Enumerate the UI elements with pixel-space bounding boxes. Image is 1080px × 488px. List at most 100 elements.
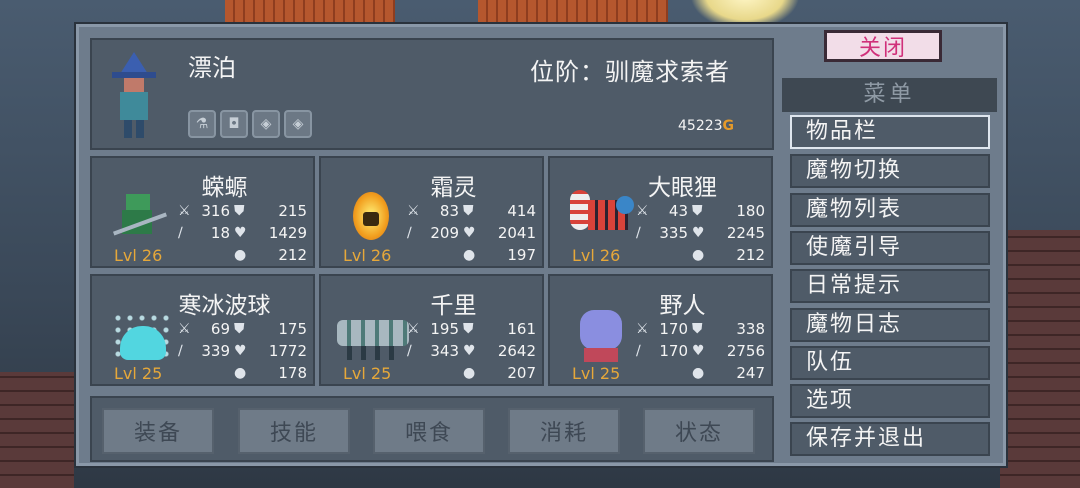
heart-icon: ♥ (692, 343, 705, 359)
attack-icon: ⚔ (407, 321, 420, 337)
monster-name: 大眼狸 (648, 175, 717, 201)
monster-card[interactable]: 千里 ⚔ 195 ⛊ 161 ∕ 343 ♥ 2642 ● 207 Lvl 25 (319, 274, 544, 386)
stat-attack: 170 (659, 320, 688, 338)
stat-defense: 215 (278, 202, 307, 220)
monster-card[interactable]: 寒冰波球 ⚔ 69 ⛊ 175 ∕ 339 ♥ 1772 ● 178 Lvl 2… (90, 274, 315, 386)
attack-icon: ⚔ (636, 321, 649, 337)
stat-resist: 212 (278, 246, 307, 264)
hero-name: 漂泊 (188, 54, 236, 82)
monster-level: Lvl 26 (114, 246, 163, 265)
resist-icon: ● (234, 247, 247, 263)
attack-icon: ⚔ (178, 321, 191, 337)
tab-consume[interactable]: 消耗 (508, 408, 620, 454)
menu-item-save-quit[interactable]: 保存并退出 (790, 422, 990, 456)
heart-icon: ♥ (463, 343, 476, 359)
magic-icon: ∕ (178, 343, 183, 359)
stat-resist: 207 (507, 364, 536, 382)
menu-item-monster-list[interactable]: 魔物列表 (790, 193, 990, 227)
menu-item-switch-monster[interactable]: 魔物切换 (790, 154, 990, 188)
menu-title: 菜单 (782, 78, 997, 112)
stat-health: 2245 (726, 224, 765, 242)
stat-attack: 69 (210, 320, 230, 338)
gold-coin-icon: G (722, 118, 735, 134)
stat-defense: 414 (507, 202, 536, 220)
stat-health: 2041 (497, 224, 536, 242)
shield-icon: ⛊ (234, 203, 245, 219)
hero-header: 漂泊 位阶：驯魔求索者 ⚗ ◘ ◈ ◈ 45223G (90, 38, 774, 150)
shield-icon: ⛊ (463, 203, 474, 219)
monster-grid: 蝾螈 ⚔ 316 ⛊ 215 ∕ 18 ♥ 1429 ● 212 Lvl 26 … (90, 156, 774, 388)
key-badge-icon: ⚗ (188, 110, 216, 138)
attack-icon: ⚔ (407, 203, 420, 219)
gold-amount: 45223 (678, 118, 723, 134)
stat-magic: 18 (210, 224, 230, 242)
hero-sprite (112, 52, 156, 138)
monster-card[interactable]: 野人 ⚔ 170 ⛊ 338 ∕ 170 ♥ 2756 ● 247 Lvl 25 (548, 274, 773, 386)
shield-icon: ⛊ (234, 321, 245, 337)
monster-card[interactable]: 霜灵 ⚔ 83 ⛊ 414 ∕ 209 ♥ 2041 ● 197 Lvl 26 (319, 156, 544, 268)
stat-defense: 175 (278, 320, 307, 338)
magic-icon: ∕ (178, 225, 183, 241)
attack-icon: ⚔ (636, 203, 649, 219)
heart-icon: ♥ (234, 343, 247, 359)
background-roof (225, 0, 395, 22)
key-badge-icon: ◈ (284, 110, 312, 138)
menu-item-options[interactable]: 选项 (790, 384, 990, 418)
shield-icon: ⛊ (692, 321, 703, 337)
background-bricks (0, 372, 74, 488)
stat-magic: 170 (659, 342, 688, 360)
key-badge-icon: ◈ (252, 110, 280, 138)
stat-magic: 335 (659, 224, 688, 242)
magic-icon: ∕ (636, 343, 641, 359)
monster-name: 霜灵 (430, 175, 477, 201)
resist-icon: ● (692, 365, 705, 381)
stat-defense: 161 (507, 320, 536, 338)
shield-icon: ⛊ (463, 321, 474, 337)
monster-level: Lvl 26 (343, 246, 392, 265)
heart-icon: ♥ (463, 225, 476, 241)
resist-icon: ● (463, 365, 476, 381)
stat-resist: 178 (278, 364, 307, 382)
stat-resist: 212 (736, 246, 765, 264)
background-bricks (1000, 230, 1080, 488)
background-roof (478, 0, 668, 22)
stat-attack: 195 (430, 320, 459, 338)
tab-status[interactable]: 状态 (643, 408, 755, 454)
stat-health: 2642 (497, 342, 536, 360)
stat-resist: 197 (507, 246, 536, 264)
key-badges: ⚗ ◘ ◈ ◈ (188, 110, 312, 138)
stat-resist: 247 (736, 364, 765, 382)
resist-icon: ● (692, 247, 705, 263)
stat-defense: 338 (736, 320, 765, 338)
stat-defense: 180 (736, 202, 765, 220)
stat-health: 1772 (268, 342, 307, 360)
tab-equipment[interactable]: 装备 (102, 408, 214, 454)
heart-icon: ♥ (234, 225, 247, 241)
monster-card[interactable]: 蝾螈 ⚔ 316 ⛊ 215 ∕ 18 ♥ 1429 ● 212 Lvl 26 (90, 156, 315, 268)
tab-skills[interactable]: 技能 (238, 408, 350, 454)
heart-icon: ♥ (692, 225, 705, 241)
monster-level: Lvl 25 (343, 364, 392, 383)
resist-icon: ● (463, 247, 476, 263)
monster-name: 野人 (659, 293, 706, 319)
monster-level: Lvl 26 (572, 246, 621, 265)
monster-level: Lvl 25 (572, 364, 621, 383)
stat-health: 2756 (726, 342, 765, 360)
action-tab-bar: 装备 技能 喂食 消耗 状态 (90, 396, 774, 462)
magic-icon: ∕ (407, 225, 412, 241)
monster-card[interactable]: 大眼狸 ⚔ 43 ⛊ 180 ∕ 335 ♥ 2245 ● 212 Lvl 26 (548, 156, 773, 268)
attack-icon: ⚔ (178, 203, 191, 219)
menu-item-inventory[interactable]: 物品栏 (790, 115, 990, 149)
close-button[interactable]: 关闭 (824, 30, 942, 62)
stat-magic: 339 (201, 342, 230, 360)
shield-icon: ⛊ (692, 203, 703, 219)
tab-feed[interactable]: 喂食 (373, 408, 485, 454)
resist-icon: ● (234, 365, 247, 381)
menu-item-familiar-guide[interactable]: 使魔引导 (790, 231, 990, 265)
menu-item-monster-journal[interactable]: 魔物日志 (790, 308, 990, 342)
gold-counter: 45223G (678, 118, 734, 134)
stat-attack: 316 (201, 202, 230, 220)
menu-item-party[interactable]: 队伍 (790, 346, 990, 380)
menu-item-daily-tips[interactable]: 日常提示 (790, 269, 990, 303)
stat-attack: 83 (439, 202, 459, 220)
